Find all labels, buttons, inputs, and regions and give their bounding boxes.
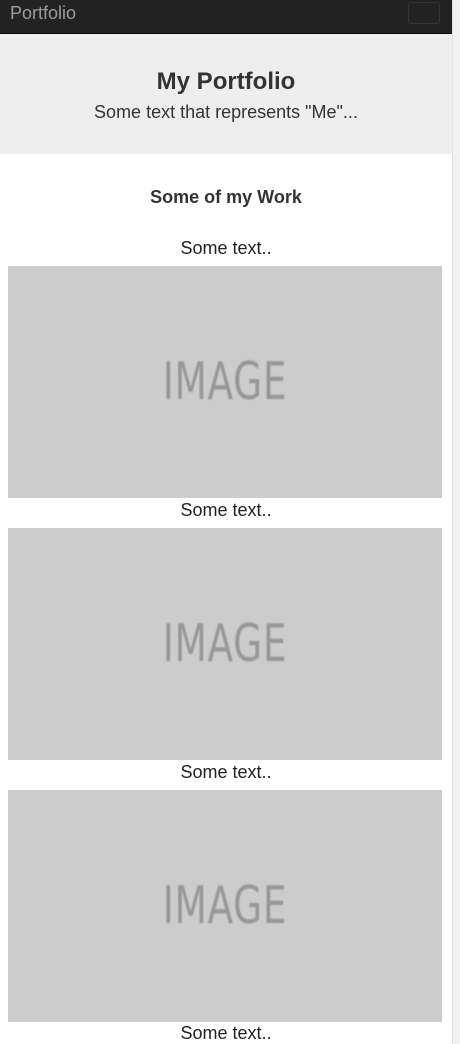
page: Portfolio My Portfolio Some text that re… bbox=[0, 0, 452, 1044]
work-image-placeholder: IMAGE bbox=[8, 266, 442, 498]
work-item-caption: Some text.. bbox=[180, 500, 272, 520]
page-title: My Portfolio bbox=[156, 68, 296, 95]
work-item-caption: Some text.. bbox=[180, 1023, 272, 1043]
image-placeholder-label: IMAGE bbox=[162, 876, 288, 936]
navbar-brand-link[interactable]: Portfolio bbox=[10, 2, 76, 24]
jumbotron: My Portfolio Some text that represents "… bbox=[0, 34, 452, 154]
work-image-placeholder: IMAGE bbox=[8, 790, 442, 1022]
work-item-caption: Some text.. bbox=[180, 762, 272, 782]
jumbotron-subtitle: Some text that represents "Me"... bbox=[94, 102, 358, 122]
page-scrollbar[interactable] bbox=[452, 0, 460, 1044]
work-image-placeholder: IMAGE bbox=[8, 528, 442, 760]
navbar-toggle-button[interactable] bbox=[408, 2, 440, 24]
navbar: Portfolio bbox=[0, 0, 452, 34]
image-placeholder-label: IMAGE bbox=[162, 614, 288, 674]
work-item-caption: Some text.. bbox=[180, 238, 272, 258]
work-section-heading: Some of my Work bbox=[150, 187, 302, 207]
image-placeholder-label: IMAGE bbox=[162, 352, 288, 412]
